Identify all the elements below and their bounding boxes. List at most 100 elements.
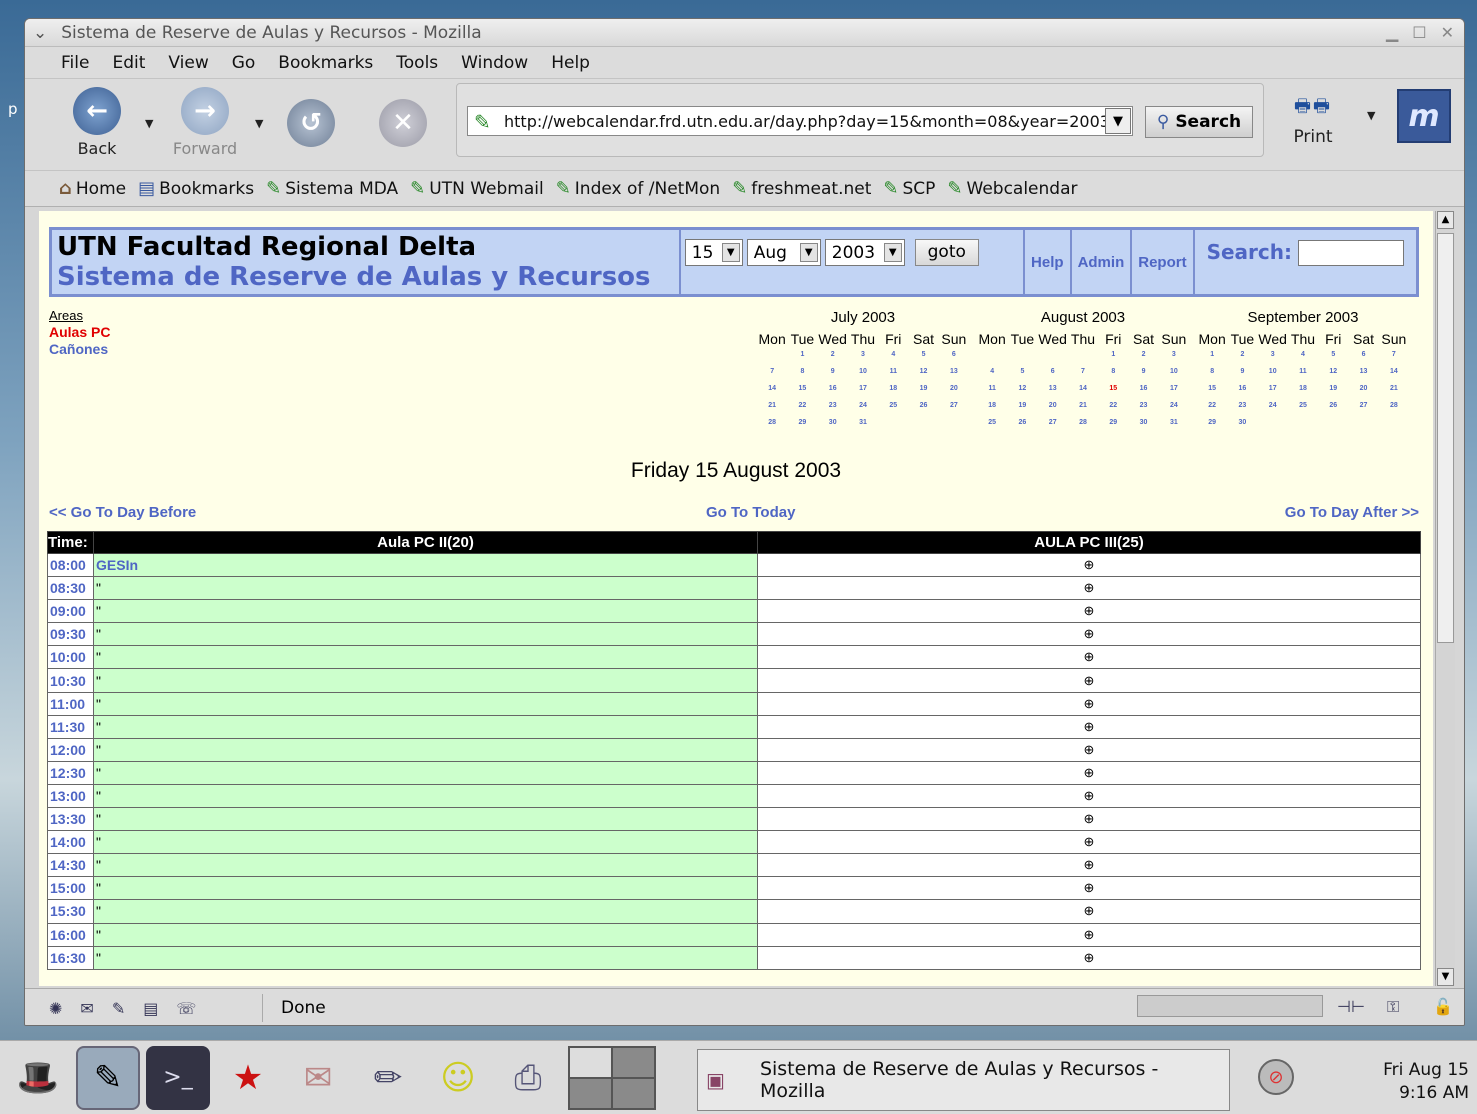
vertical-scrollbar[interactable]: ▲ ▼ — [1435, 211, 1455, 986]
terminal-icon[interactable]: >_ — [146, 1045, 210, 1110]
search-button[interactable]: ⚲ Search — [1145, 106, 1253, 138]
bookmark-freshmeat[interactable]: ✎ freshmeat.net — [732, 178, 871, 199]
app-search-input[interactable] — [1298, 240, 1404, 266]
help-launcher-icon[interactable]: ☺ — [426, 1046, 490, 1110]
time-cell[interactable]: 16:00 — [47, 922, 94, 947]
booking-cell[interactable]: " — [93, 876, 758, 901]
area-aulas-pc[interactable]: Aulas PC — [49, 324, 110, 341]
day-link[interactable]: 29 — [787, 419, 817, 428]
add-booking-icon[interactable]: ⊕ — [1084, 626, 1095, 641]
day-link[interactable]: 30 — [1227, 419, 1257, 428]
taskbar-window-button[interactable]: ▣ Sistema de Reserve de Aulas y Recursos… — [697, 1049, 1230, 1111]
goto-button[interactable]: goto — [914, 239, 979, 266]
today-link[interactable]: Go To Today — [706, 504, 795, 521]
forward-button[interactable]: → Forward — [163, 87, 247, 158]
day-link[interactable]: 14 — [1379, 368, 1409, 377]
day-link[interactable]: 28 — [1068, 419, 1098, 428]
day-link[interactable]: 29 — [1197, 419, 1227, 428]
bookmark-sistema-mda[interactable]: ✎ Sistema MDA — [266, 178, 398, 199]
day-link[interactable]: 26 — [908, 402, 938, 411]
day-link[interactable]: 18 — [977, 402, 1007, 411]
menu-help[interactable]: Help — [551, 53, 590, 73]
day-link[interactable]: 31 — [848, 419, 878, 428]
online-status-icon[interactable]: ⊣⊢ — [1337, 997, 1365, 1016]
booking-cell[interactable]: GESIn — [93, 552, 758, 578]
menu-tools[interactable]: Tools — [396, 53, 438, 73]
day-select[interactable]: 15 ▼ — [684, 239, 743, 266]
add-booking-icon[interactable]: ⊕ — [1084, 742, 1095, 757]
day-link[interactable]: 27 — [1038, 419, 1068, 428]
scroll-down-icon[interactable]: ▼ — [1437, 968, 1454, 986]
time-cell[interactable]: 12:30 — [47, 760, 94, 785]
help-link[interactable]: Help — [1025, 230, 1072, 294]
day-link[interactable]: 22 — [787, 402, 817, 411]
day-link[interactable]: 2 — [818, 351, 848, 360]
add-booking-icon[interactable]: ⊕ — [1084, 857, 1095, 872]
time-cell[interactable]: 13:00 — [47, 783, 94, 809]
day-link[interactable]: 20 — [939, 385, 969, 394]
day-link[interactable]: 23 — [1227, 402, 1257, 411]
day-link[interactable]: 28 — [757, 419, 787, 428]
day-link[interactable]: 17 — [848, 385, 878, 394]
day-link[interactable]: 1 — [787, 351, 817, 360]
time-cell[interactable]: 14:30 — [47, 853, 94, 878]
day-link[interactable]: 12 — [1007, 385, 1037, 394]
day-link[interactable]: 13 — [1348, 368, 1378, 377]
scroll-up-icon[interactable]: ▲ — [1437, 211, 1454, 229]
window-titlebar[interactable]: ⌄ Sistema de Reserve de Aulas y Recursos… — [25, 19, 1464, 47]
time-cell[interactable]: 16:30 — [47, 945, 94, 970]
booking-cell[interactable]: " — [93, 899, 758, 924]
add-booking-icon[interactable]: ⊕ — [1084, 903, 1095, 918]
menu-edit[interactable]: Edit — [112, 53, 145, 73]
menu-window[interactable]: Window — [461, 53, 528, 73]
composer-icon[interactable]: ✎ — [112, 999, 125, 1018]
add-booking-icon[interactable]: ⊕ — [1084, 673, 1095, 688]
month-select[interactable]: Aug ▼ — [746, 239, 821, 266]
booking-cell[interactable]: " — [93, 760, 758, 785]
bookmark-netmon[interactable]: ✎ Index of /NetMon — [556, 178, 721, 199]
menu-go[interactable]: Go — [232, 53, 256, 73]
area-canones[interactable]: Cañones — [49, 341, 110, 358]
areas-heading[interactable]: Areas — [49, 307, 110, 324]
booking-cell[interactable]: " — [93, 576, 758, 601]
add-booking-icon[interactable]: ⊕ — [1084, 765, 1095, 780]
day-link[interactable]: 20 — [1038, 402, 1068, 411]
day-link[interactable]: 8 — [1197, 368, 1227, 377]
day-link[interactable]: 6 — [1348, 351, 1378, 360]
time-cell[interactable]: 13:30 — [47, 807, 94, 832]
day-link[interactable]: 17 — [1258, 385, 1288, 394]
day-link[interactable]: 7 — [1068, 368, 1098, 377]
day-link[interactable]: 6 — [1038, 368, 1068, 377]
booking-cell[interactable]: " — [93, 691, 758, 716]
day-link[interactable]: 30 — [818, 419, 848, 428]
day-link[interactable]: 3 — [848, 351, 878, 360]
day-link[interactable]: 28 — [1379, 402, 1409, 411]
day-link[interactable]: 7 — [1379, 351, 1409, 360]
booking-cell[interactable]: " — [93, 922, 758, 947]
bookmark-utn-webmail[interactable]: ✎ UTN Webmail — [410, 178, 544, 199]
day-link[interactable]: 12 — [908, 368, 938, 377]
time-cell[interactable]: 10:30 — [47, 668, 94, 693]
day-link[interactable]: 15 — [1197, 385, 1227, 394]
admin-link[interactable]: Admin — [1072, 230, 1133, 294]
add-booking-icon[interactable]: ⊕ — [1084, 927, 1095, 942]
year-select[interactable]: 2003 ▼ — [824, 239, 905, 266]
address-book-icon[interactable]: ▤ — [143, 999, 158, 1018]
bookmark-bookmarks[interactable]: ▤ Bookmarks — [138, 178, 254, 199]
star-icon[interactable]: ★ — [216, 1046, 280, 1110]
day-link[interactable]: 16 — [1227, 385, 1257, 394]
text-editor-icon[interactable]: ✏ — [356, 1046, 420, 1110]
day-link[interactable]: 29 — [1098, 419, 1128, 428]
url-history-dropdown-icon[interactable]: ▼ — [1105, 108, 1131, 134]
menu-file[interactable]: File — [61, 53, 89, 73]
add-booking-icon[interactable]: ⊕ — [1084, 834, 1095, 849]
day-link[interactable]: 25 — [1288, 402, 1318, 411]
today-day-link[interactable]: 15 — [1098, 385, 1128, 394]
mail-icon[interactable]: ✉ — [80, 999, 93, 1018]
time-cell[interactable]: 08:00 — [47, 552, 94, 578]
add-booking-icon[interactable]: ⊕ — [1084, 719, 1095, 734]
workspace-pager[interactable] — [568, 1045, 656, 1110]
day-link[interactable]: 26 — [1318, 402, 1348, 411]
day-link[interactable]: 8 — [787, 368, 817, 377]
day-link[interactable]: 22 — [1098, 402, 1128, 411]
